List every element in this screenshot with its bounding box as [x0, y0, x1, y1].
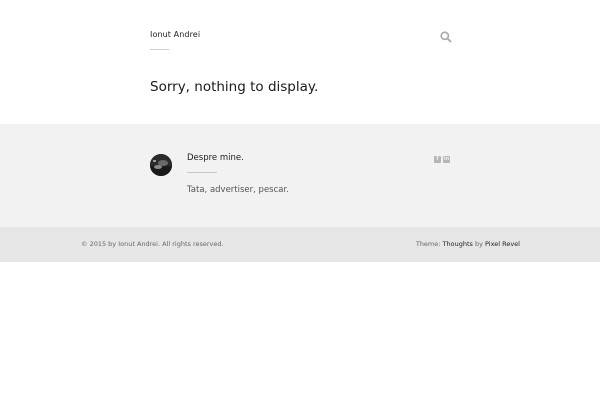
site-footer: © 2015 by Ionut Andrei. All rights reser…: [0, 227, 600, 262]
about-bio: Tata, advertiser, pescar.: [187, 185, 289, 195]
title-underline: [150, 49, 169, 50]
social-links: f in: [434, 156, 450, 163]
theme-credits: Theme: Thoughts by Pixel Revel: [416, 240, 520, 248]
about-title: Despre mine.: [187, 153, 244, 163]
site-header: Ionut Andrei Sorry, nothing to display.: [0, 0, 600, 124]
facebook-icon[interactable]: f: [434, 156, 441, 163]
search-icon[interactable]: [439, 29, 453, 43]
copyright-text: © 2015 by Ionut Andrei. All rights reser…: [81, 240, 224, 248]
author-section: Despre mine. Tata, advertiser, pescar. f…: [0, 124, 600, 227]
linkedin-icon[interactable]: in: [443, 156, 450, 163]
theme-link[interactable]: Thoughts: [443, 240, 473, 248]
by-text: by: [472, 240, 486, 248]
empty-message: Sorry, nothing to display.: [150, 79, 319, 95]
theme-prefix: Theme:: [415, 240, 443, 248]
site-title-link[interactable]: Ionut Andrei: [150, 30, 200, 39]
avatar: [150, 154, 172, 176]
author-link[interactable]: Pixel Revel: [485, 240, 520, 248]
about-underline: [187, 172, 217, 173]
